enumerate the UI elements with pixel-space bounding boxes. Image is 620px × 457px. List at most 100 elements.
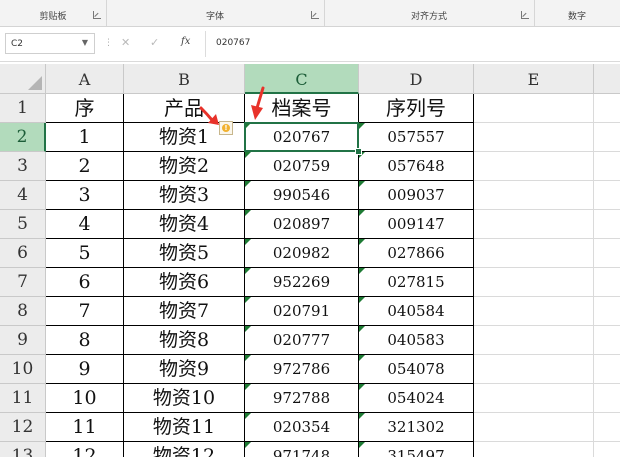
row-header-2[interactable]: 2 [0, 123, 46, 152]
cell-c3[interactable]: 020759 [245, 152, 359, 181]
cell-f5[interactable] [594, 210, 620, 239]
cell-e4[interactable] [474, 181, 594, 210]
cell-e8[interactable] [474, 297, 594, 326]
cell-a13[interactable]: 12 [46, 442, 124, 457]
cell-c1[interactable]: 档案号 [245, 94, 359, 123]
row-header-5[interactable]: 5 [0, 210, 46, 239]
cell-d13[interactable]: 315497 [359, 442, 474, 457]
cell-b3[interactable]: 物资2 [124, 152, 245, 181]
cell-d1[interactable]: 序列号 [359, 94, 474, 123]
cell-c11[interactable]: 972788 [245, 384, 359, 413]
cell-c12[interactable]: 020354 [245, 413, 359, 442]
cell-c9[interactable]: 020777 [245, 326, 359, 355]
cell-a11[interactable]: 10 [46, 384, 124, 413]
cell-d4[interactable]: 009037 [359, 181, 474, 210]
cell-f9[interactable] [594, 326, 620, 355]
cell-e9[interactable] [474, 326, 594, 355]
cell-a2[interactable]: 1 [46, 123, 124, 152]
cell-d12[interactable]: 321302 [359, 413, 474, 442]
row-header-8[interactable]: 8 [0, 297, 46, 326]
column-header-c[interactable]: C [245, 64, 359, 94]
cell-e3[interactable] [474, 152, 594, 181]
checkmark-icon[interactable]: ✓ [150, 36, 159, 49]
row-header-6[interactable]: 6 [0, 239, 46, 268]
column-header-f[interactable] [594, 64, 620, 94]
cell-d8[interactable]: 040584 [359, 297, 474, 326]
insert-function-icon[interactable]: fx [181, 36, 190, 47]
chevron-down-icon[interactable]: ▼ [82, 38, 88, 47]
dialog-launcher-icon[interactable] [311, 11, 319, 19]
more-icon[interactable]: ⋮ [104, 38, 113, 48]
name-box[interactable]: C2 ▼ [5, 33, 95, 54]
cell-c8[interactable]: 020791 [245, 297, 359, 326]
row-header-13[interactable]: 13 [0, 442, 46, 457]
row-header-1[interactable]: 1 [0, 94, 46, 123]
cell-a3[interactable]: 2 [46, 152, 124, 181]
cell-b5[interactable]: 物资4 [124, 210, 245, 239]
cell-f6[interactable] [594, 239, 620, 268]
cell-c5[interactable]: 020897 [245, 210, 359, 239]
cell-e12[interactable] [474, 413, 594, 442]
select-all-button[interactable] [0, 64, 46, 94]
cell-a6[interactable]: 5 [46, 239, 124, 268]
column-header-d[interactable]: D [359, 64, 474, 94]
cell-b6[interactable]: 物资5 [124, 239, 245, 268]
cell-b1[interactable]: 产品 [124, 94, 245, 123]
cell-c10[interactable]: 972786 [245, 355, 359, 384]
cell-b7[interactable]: 物资6 [124, 268, 245, 297]
column-header-a[interactable]: A [46, 64, 124, 94]
worksheet-grid[interactable]: A B C D E 1 序产品 档案号 序列号 2 1 物资1 020767 057557 3 2 物资2 020… [0, 64, 620, 457]
cell-c2[interactable]: 020767 [245, 123, 359, 152]
row-header-10[interactable]: 10 [0, 355, 46, 384]
cell-e5[interactable] [474, 210, 594, 239]
cell-d9[interactable]: 040583 [359, 326, 474, 355]
cell-d10[interactable]: 054078 [359, 355, 474, 384]
row-header-9[interactable]: 9 [0, 326, 46, 355]
row-header-7[interactable]: 7 [0, 268, 46, 297]
row-header-3[interactable]: 3 [0, 152, 46, 181]
cell-d11[interactable]: 054024 [359, 384, 474, 413]
fill-handle[interactable] [355, 148, 362, 155]
cell-a12[interactable]: 11 [46, 413, 124, 442]
cell-a5[interactable]: 4 [46, 210, 124, 239]
dialog-launcher-icon[interactable] [93, 11, 101, 19]
cell-b12[interactable]: 物资11 [124, 413, 245, 442]
warning-icon[interactable]: ! [219, 121, 233, 135]
dialog-launcher-icon[interactable] [521, 11, 529, 19]
cell-d6[interactable]: 027866 [359, 239, 474, 268]
cell-f2[interactable] [594, 123, 620, 152]
cell-c6[interactable]: 020982 [245, 239, 359, 268]
cell-a4[interactable]: 3 [46, 181, 124, 210]
cell-b9[interactable]: 物资8 [124, 326, 245, 355]
cell-e13[interactable] [474, 442, 594, 457]
cell-a10[interactable]: 9 [46, 355, 124, 384]
close-icon[interactable]: ✕ [121, 36, 130, 49]
cell-f11[interactable] [594, 384, 620, 413]
cell-d5[interactable]: 009147 [359, 210, 474, 239]
cell-e11[interactable] [474, 384, 594, 413]
cell-c4[interactable]: 990546 [245, 181, 359, 210]
column-header-e[interactable]: E [474, 64, 594, 94]
cell-e7[interactable] [474, 268, 594, 297]
cell-a7[interactable]: 6 [46, 268, 124, 297]
formula-input[interactable]: 020767 [216, 38, 250, 48]
cell-c13[interactable]: 971748 [245, 442, 359, 457]
cell-b8[interactable]: 物资7 [124, 297, 245, 326]
row-header-4[interactable]: 4 [0, 181, 46, 210]
cell-f12[interactable] [594, 413, 620, 442]
cell-a1[interactable]: 序 [46, 94, 124, 123]
cell-c7[interactable]: 952269 [245, 268, 359, 297]
cell-e1[interactable] [474, 94, 594, 123]
cell-a9[interactable]: 8 [46, 326, 124, 355]
cell-f1[interactable] [594, 94, 620, 123]
cell-e10[interactable] [474, 355, 594, 384]
cell-b4[interactable]: 物资3 [124, 181, 245, 210]
cell-f4[interactable] [594, 181, 620, 210]
cell-f7[interactable] [594, 268, 620, 297]
cell-b13[interactable]: 物资12 [124, 442, 245, 457]
cell-e2[interactable] [474, 123, 594, 152]
cell-f10[interactable] [594, 355, 620, 384]
cell-e6[interactable] [474, 239, 594, 268]
cell-a8[interactable]: 7 [46, 297, 124, 326]
column-header-b[interactable]: B [124, 64, 245, 94]
